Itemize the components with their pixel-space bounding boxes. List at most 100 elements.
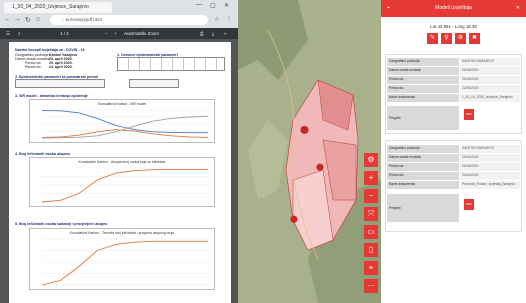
row-value: 20/04/2020 <box>460 76 520 84</box>
zoom-in-icon[interactable]: + <box>364 171 378 185</box>
section-title-estimate: 5. Broj inficiranih osoba sadašnji i pro… <box>15 222 108 226</box>
chart-svg <box>41 167 208 203</box>
panel-row: Datum izrade modela: 20/04/2020 <box>387 154 520 162</box>
row-label: Naziv dokumenta: <box>387 181 459 189</box>
row-value: KANTON SARAJEVO <box>460 58 520 66</box>
pdf-file-icon[interactable]: PDF <box>464 199 474 210</box>
row-value: 20/04/2020 <box>460 154 520 162</box>
chart-infected: Kumulativni Kanton - Ukupan broj osoba k… <box>29 157 215 207</box>
row-label: Period do: <box>387 85 459 93</box>
panel-row: Naziv dokumenta: Pomocni_Podaci_Izvjestaj… <box>387 181 520 189</box>
menu-icon[interactable]: ⋮ <box>226 16 232 23</box>
url-bar[interactable]: ...eu/oneprj/pdf.html <box>50 15 208 25</box>
print-icon[interactable]: ⎙ <box>200 28 204 39</box>
panel-title: Modeli izvještaja <box>435 5 472 11</box>
series-line <box>41 129 209 138</box>
row-value: Pomocni_Podaci_Izvjestaj_Sarajevo <box>460 181 520 189</box>
home-icon[interactable]: ⌂ <box>36 16 40 23</box>
chart-sir: Kumulativni Kanton - SIR model <box>29 99 215 143</box>
panel-row: Period do: 24/04/2020 <box>387 85 520 93</box>
location-pin-icon: ⌖ <box>387 5 390 11</box>
chart-svg <box>41 109 209 139</box>
zoom-in-icon[interactable]: + <box>114 28 117 39</box>
map-marker-icon[interactable]: ⬤ <box>300 125 309 134</box>
row-label: Pregled: <box>387 194 459 222</box>
panel-row: Period do: 24/04/2020 <box>387 172 520 180</box>
row-label: Datum izrade modela: <box>387 67 459 75</box>
series-line <box>41 168 208 203</box>
reload-icon[interactable]: ↻ <box>25 16 31 24</box>
panel-row: Period od: 20/04/2020 <box>387 163 520 171</box>
zoom-to-icon[interactable]: ⚲ <box>441 33 452 44</box>
close-icon[interactable]: ✕ <box>224 2 229 9</box>
download-icon[interactable]: ⤓ <box>212 28 214 39</box>
kv-label: Period do: <box>25 65 42 69</box>
minimize-icon[interactable]: — <box>196 2 202 8</box>
panel-row-preview: Pregled: PDF <box>387 194 520 222</box>
edit-icon[interactable]: ✎ <box>427 33 438 44</box>
map-view[interactable]: ⬤ ⬤ ⬤ <box>238 0 381 303</box>
section-title-report: Nacrtni kocepti izvještaja za - COVID - … <box>15 48 85 52</box>
zoom-select[interactable]: Automatski Zoom <box>124 28 159 39</box>
params-table <box>117 57 225 71</box>
row-value: PDF <box>460 194 520 222</box>
pdf-page[interactable]: Nacrtni kocepti izvještaja za - COVID - … <box>9 42 231 303</box>
page-indicator[interactable]: 1 / 2 <box>60 28 69 39</box>
period-table-left <box>15 79 105 88</box>
settings-icon[interactable]: ⚙ <box>364 153 378 167</box>
panel-row: Datum izrade modela: 20/04/2020 <box>387 67 520 75</box>
panel-actions: ✎ ⚲ ⚙ ✖ <box>427 33 482 44</box>
row-value: 24/04/2020 <box>460 85 520 93</box>
settings-icon[interactable]: ⚙ <box>455 33 466 44</box>
row-value: KANTON SARAJEVO <box>460 145 520 153</box>
series-line <box>41 240 208 286</box>
fit-extent-icon[interactable]: ⤧ <box>364 207 378 221</box>
row-value: 20/04/2020 <box>460 163 520 171</box>
more-options-icon[interactable]: ⋯ <box>364 279 378 293</box>
row-label: Datum izrade modela: <box>387 154 459 162</box>
panel-row: Geografsko područje: KANTON SARAJEVO <box>387 145 520 153</box>
panel-row: Period od: 20/04/2020 <box>387 76 520 84</box>
map-marker-icon[interactable]: ⬤ <box>316 163 324 171</box>
more-icon[interactable]: » <box>224 28 227 39</box>
browser-tab[interactable]: 1_20_04_2020_Izvjesce_Sarajevo <box>4 2 112 13</box>
layers-icon[interactable]: ▭ <box>364 225 378 239</box>
row-value: 20/04/2020 <box>460 67 520 75</box>
row-label: Geografsko područje: <box>387 58 459 66</box>
locate-icon[interactable]: ⌖ <box>364 261 378 275</box>
map-terrain <box>238 0 381 303</box>
row-label: Period od: <box>387 76 459 84</box>
row-label: Period do: <box>387 172 459 180</box>
row-value: 24/04/2020 <box>460 172 520 180</box>
section-title-sir: 3. SIR model - dinamika kretanja epidemi… <box>15 94 88 98</box>
kv-value: 24. april 2020. <box>49 65 73 69</box>
star-icon[interactable]: ☆ <box>214 16 219 23</box>
zoom-out-icon[interactable]: − <box>105 28 108 39</box>
delete-icon[interactable]: ✖ <box>469 33 480 44</box>
sidebar-toggle-icon[interactable]: ☰ <box>6 28 10 39</box>
row-label: Naziv dokumenta: <box>387 94 459 102</box>
measure-icon[interactable]: ▯ <box>364 243 378 257</box>
pdf-file-icon[interactable]: PDF <box>464 109 474 120</box>
row-label: Geografsko područje: <box>387 145 459 153</box>
coordinates-readout: Lat 43.851 - Long 18.38 <box>430 24 477 29</box>
panel-row: Naziv dokumenta: 1_20_04_2020_Izvjesce_Sa… <box>387 94 520 102</box>
find-icon[interactable]: ⌕ <box>18 28 21 39</box>
panel-row: Geografsko područje: KANTON SARAJEVO <box>387 58 520 66</box>
row-label: Pregled: <box>387 106 459 130</box>
back-icon[interactable]: ← <box>4 16 11 23</box>
row-label: Period od: <box>387 163 459 171</box>
maximize-icon[interactable]: ▢ <box>210 2 216 9</box>
row-value: PDF <box>460 106 520 130</box>
panel-row-preview: Pregled: PDF <box>387 106 520 130</box>
chart-estimate: Kumulativni Kanton - Trenutni broj infic… <box>29 228 215 290</box>
map-marker-icon[interactable]: ⬤ <box>290 215 298 223</box>
zoom-out-icon[interactable]: − <box>364 189 378 203</box>
close-panel-icon[interactable]: ✕ <box>516 0 520 17</box>
info-panel: ⌖ Modeli izvještaja ✕ Lat 43.851 - Long … <box>381 0 526 303</box>
section-title-infected: 4. Broj inficiranih osoba ukupno <box>15 152 70 156</box>
period-table-right <box>129 79 179 88</box>
row-value: 1_20_04_2020_Izvjesce_Sarajevo <box>460 94 520 102</box>
chart-svg <box>41 238 208 286</box>
forward-icon[interactable]: → <box>14 16 21 23</box>
